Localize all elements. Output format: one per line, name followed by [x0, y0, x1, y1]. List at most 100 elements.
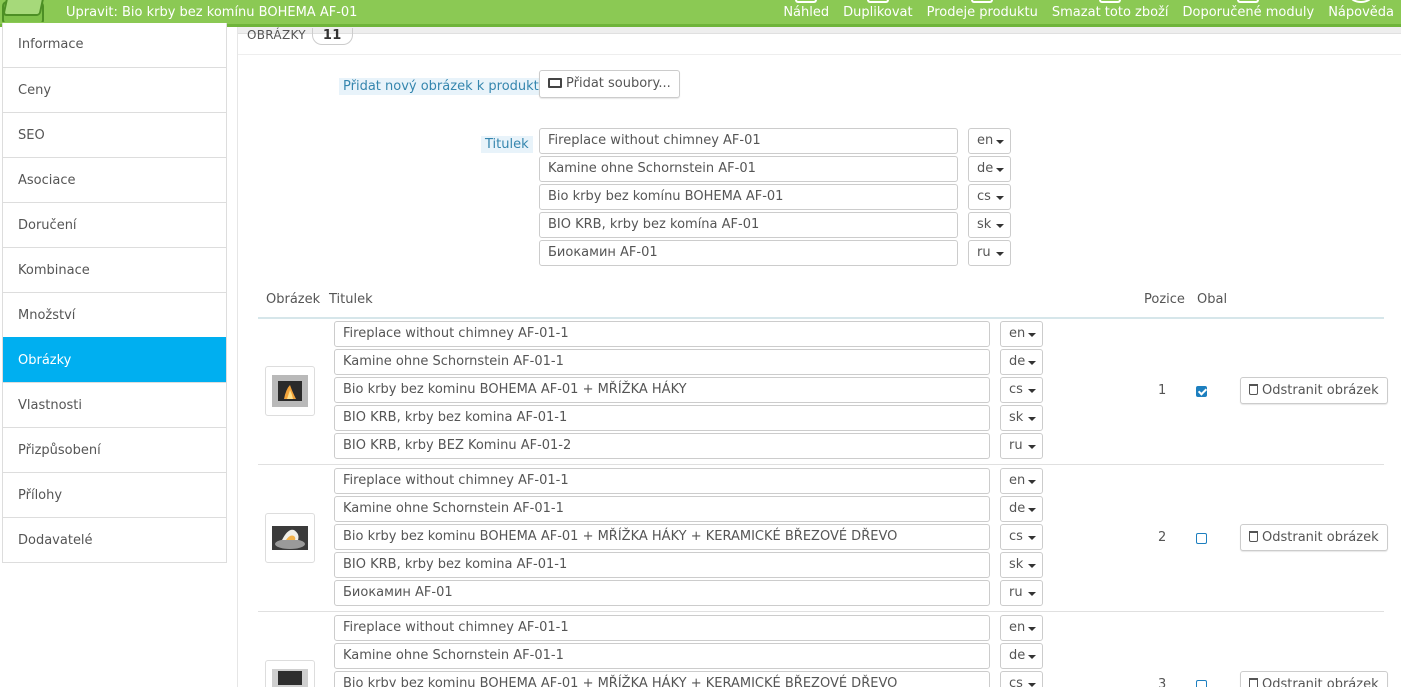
sidebar-item-dodavatele[interactable]: Dodavatelé: [3, 517, 226, 562]
image-title-input-en[interactable]: Fireplace without chimney AF-01-1: [334, 615, 990, 641]
image-title-input-cs[interactable]: Bio krby bez kominu BOHEMA AF-01 + MŘÍŽK…: [334, 671, 990, 687]
add-files-button[interactable]: Přidat soubory...: [539, 70, 680, 98]
image-thumbnail[interactable]: [265, 513, 315, 563]
lang-label: ru: [1009, 438, 1023, 453]
delete-product-button[interactable]: Smazat toto zboží: [1045, 0, 1176, 27]
sidebar-item-obrazky[interactable]: Obrázky: [3, 337, 226, 382]
sidebar-item-informace[interactable]: Informace: [3, 23, 226, 67]
folder-open-icon: [548, 78, 562, 88]
new-title-lang-de[interactable]: de: [968, 156, 1011, 182]
image-title-lang-en[interactable]: en: [1000, 615, 1043, 641]
caret-down-icon: [1028, 627, 1036, 631]
add-image-label: Přidat nový obrázek k produktu: [339, 78, 552, 95]
image-title-input-de[interactable]: Kamine ohne Schornstein AF-01-1: [334, 643, 990, 669]
image-position: 3: [1158, 677, 1167, 687]
duplicate-button[interactable]: Duplikovat: [836, 0, 920, 27]
lang-label: cs: [1009, 382, 1023, 397]
delete-image-button[interactable]: Odstranit obrázek: [1240, 377, 1388, 404]
lang-label: de: [1009, 501, 1026, 516]
image-title-lang-ru[interactable]: ru: [1000, 580, 1043, 606]
lang-label: de: [1009, 354, 1026, 369]
image-title-lang-de[interactable]: de: [1000, 349, 1043, 375]
image-title-lang-cs[interactable]: cs: [1000, 524, 1043, 550]
lang-label: cs: [1009, 676, 1023, 687]
image-title-input-en[interactable]: Fireplace without chimney AF-01-1: [334, 321, 990, 347]
fireplace-image: [272, 375, 308, 407]
sidebar-item-mnozstvi[interactable]: Množství: [3, 292, 226, 337]
new-title-input-en[interactable]: Fireplace without chimney AF-01: [539, 128, 958, 154]
sidebar-item-prilohy[interactable]: Přílohy: [3, 472, 226, 517]
image-title-input-sk[interactable]: BIO KRB, krby bez komina AF-01-1: [334, 552, 990, 578]
sidebar-item-doruceni[interactable]: Doručení: [3, 202, 226, 247]
product-sales-button[interactable]: Prodeje produktu: [920, 0, 1045, 27]
trash-icon: [1249, 384, 1258, 395]
recommended-modules-button-label: Doporučené moduly: [1182, 5, 1315, 20]
image-title-lang-de[interactable]: de: [1000, 643, 1043, 669]
caret-down-icon: [996, 252, 1004, 256]
delete-image-button[interactable]: Odstranit obrázek: [1240, 671, 1388, 687]
image-title-lang-sk[interactable]: sk: [1000, 405, 1043, 431]
image-title-input-en[interactable]: Fireplace without chimney AF-01-1: [334, 468, 990, 494]
caret-down-icon: [996, 140, 1004, 144]
image-title-lang-cs[interactable]: cs: [1000, 377, 1043, 403]
recommended-modules-button[interactable]: Doporučené moduly: [1176, 0, 1322, 27]
image-title-input-de[interactable]: Kamine ohne Schornstein AF-01-1: [334, 349, 990, 375]
caret-down-icon: [996, 224, 1004, 228]
delete-product-button-label: Smazat toto zboží: [1051, 5, 1169, 20]
image-title-lang-cs[interactable]: cs: [1000, 671, 1043, 687]
image-title-input-ru[interactable]: BIO KRB, krby BEZ Kominu AF-01-2: [334, 433, 990, 459]
sidebar-item-ceny[interactable]: Ceny: [3, 67, 226, 112]
caret-down-icon: [1028, 445, 1036, 449]
caret-down-icon: [1028, 655, 1036, 659]
image-position: 2: [1158, 530, 1167, 545]
lang-label: sk: [977, 217, 992, 232]
image-title-lang-en[interactable]: en: [1000, 468, 1043, 494]
new-title-lang-cs[interactable]: cs: [968, 184, 1011, 210]
new-title-input-de[interactable]: Kamine ohne Schornstein AF-01: [539, 156, 958, 182]
sidebar-item-asociace[interactable]: Asociace: [3, 157, 226, 202]
image-title-lang-de[interactable]: de: [1000, 496, 1043, 522]
row-divider: [258, 464, 1384, 465]
sidebar-item-prizpusobeni[interactable]: Přizpůsobení: [3, 427, 226, 472]
image-title-input-cs[interactable]: Bio krby bez kominu BOHEMA AF-01 + MŘÍŽK…: [334, 524, 990, 550]
fireplace-image: [272, 669, 308, 687]
caret-down-icon: [1028, 333, 1036, 337]
new-title-lang-ru[interactable]: ru: [968, 240, 1011, 266]
trash-icon: [1099, 0, 1122, 3]
delete-image-button[interactable]: Odstranit obrázek: [1240, 524, 1388, 551]
delete-image-button-label: Odstranit obrázek: [1262, 677, 1379, 687]
new-title-lang-en[interactable]: en: [968, 128, 1011, 154]
image-title-input-sk[interactable]: BIO KRB, krby bez komina AF-01-1: [334, 405, 990, 431]
images-count-badge: 11: [311, 28, 353, 45]
image-thumbnail[interactable]: [265, 366, 315, 416]
help-button[interactable]: Nápověda: [1321, 0, 1401, 27]
sidebar-item-kombinace[interactable]: Kombinace: [3, 247, 226, 292]
new-title-input-ru[interactable]: Биокамин AF-01: [539, 240, 958, 266]
image-title-input-de[interactable]: Kamine ohne Schornstein AF-01-1: [334, 496, 990, 522]
caret-down-icon: [1028, 536, 1036, 540]
trash-icon: [1249, 678, 1258, 687]
lang-label: ru: [1009, 585, 1023, 600]
title-label: Titulek: [481, 136, 533, 153]
image-thumbnail[interactable]: [265, 660, 315, 687]
lang-label: de: [1009, 648, 1026, 663]
lang-label: en: [1009, 620, 1026, 635]
image-title-lang-ru[interactable]: ru: [1000, 433, 1043, 459]
cover-checkbox[interactable]: [1196, 680, 1207, 687]
image-title-input-ru[interactable]: Биокамин AF-01: [334, 580, 990, 606]
sidebar-item-vlastnosti[interactable]: Vlastnosti: [3, 382, 226, 427]
image-title-lang-en[interactable]: en: [1000, 321, 1043, 347]
preview-button[interactable]: Náhled: [776, 0, 836, 27]
heading-divider: [238, 54, 1401, 55]
caret-down-icon: [1028, 417, 1036, 421]
new-title-input-sk[interactable]: BIO KRB, krby bez komína AF-01: [539, 212, 958, 238]
image-title-input-cs[interactable]: Bio krby bez kominu BOHEMA AF-01 + MŘÍŽK…: [334, 377, 990, 403]
new-title-input-cs[interactable]: Bio krby bez komínu BOHEMA AF-01: [539, 184, 958, 210]
delete-image-button-label: Odstranit obrázek: [1262, 383, 1379, 398]
new-title-lang-sk[interactable]: sk: [968, 212, 1011, 238]
column-cover: Obal: [1197, 292, 1228, 307]
sidebar-item-seo[interactable]: SEO: [3, 112, 226, 157]
cover-checkbox[interactable]: [1196, 386, 1207, 397]
image-title-lang-sk[interactable]: sk: [1000, 552, 1043, 578]
cover-checkbox[interactable]: [1196, 533, 1207, 544]
